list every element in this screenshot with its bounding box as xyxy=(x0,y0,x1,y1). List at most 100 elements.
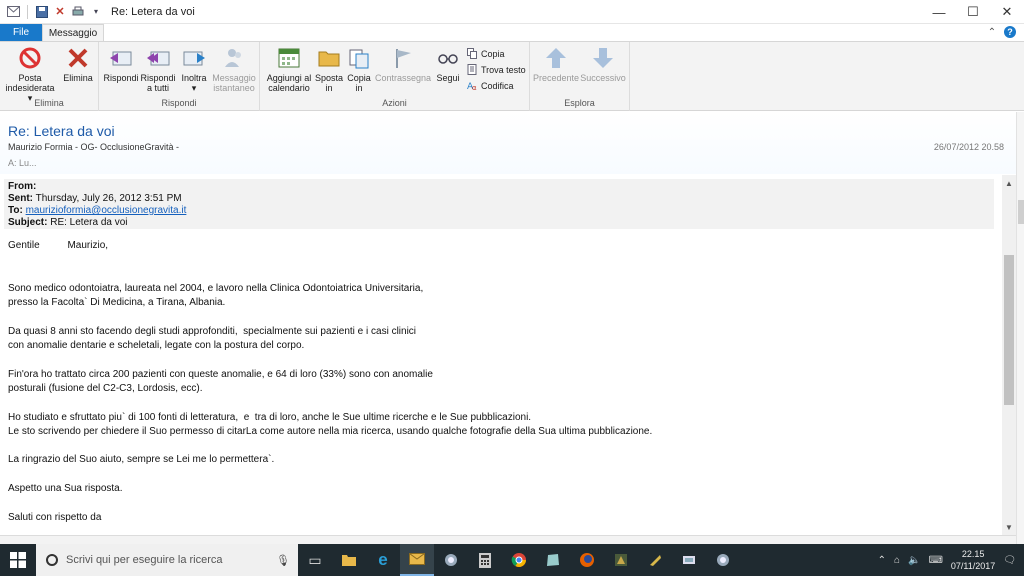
body-line: con anomalie dentarie e scheletali, lega… xyxy=(8,340,305,352)
copy-to-button[interactable]: Copia in xyxy=(344,46,374,93)
reply-button[interactable]: Rispondi xyxy=(102,46,140,83)
window-title: Re: Letera da voi xyxy=(111,5,195,18)
quoted-to-label: To: xyxy=(8,205,23,216)
window-controls: — ☐ ✕ xyxy=(922,0,1024,24)
tray-overflow-icon[interactable]: ⌃ xyxy=(878,555,886,566)
minimize-button[interactable]: — xyxy=(922,0,956,24)
reply-icon xyxy=(110,51,132,66)
qat-dropdown-icon[interactable]: ▾ xyxy=(89,5,103,19)
junk-mail-label-1: Posta xyxy=(18,73,42,83)
junk-mail-label-2-text: indesiderata xyxy=(5,83,55,93)
calculator-icon[interactable] xyxy=(468,544,502,576)
find-text-button[interactable]: Trova testo xyxy=(467,64,526,75)
quick-access-toolbar: ✕ ▾ xyxy=(0,4,103,19)
message-from[interactable]: Maurizio Formia - OG- OcclusioneGravità … xyxy=(8,142,179,152)
scroll-thumb[interactable] xyxy=(1004,255,1014,405)
forward-icon xyxy=(183,51,205,66)
next-label: Successivo xyxy=(580,73,626,83)
delete-button[interactable]: Elimina xyxy=(60,46,96,83)
file-explorer-icon[interactable] xyxy=(332,544,366,576)
junk-mail-button[interactable]: Posta indesiderata ▾ xyxy=(4,46,56,103)
start-button[interactable] xyxy=(0,544,36,576)
app-icon-1[interactable] xyxy=(434,544,468,576)
flag-button[interactable]: Contrassegna xyxy=(374,46,432,83)
previous-button[interactable]: Precedente xyxy=(533,46,579,83)
title-bar: ✕ ▾ Re: Letera da voi — ☐ ✕ xyxy=(0,0,1024,24)
help-icon[interactable]: ? xyxy=(1004,26,1016,38)
body-scrollbar[interactable]: ▲ ▼ xyxy=(1002,175,1016,535)
app-icon-3[interactable] xyxy=(604,544,638,576)
body-line: Aspetto una Sua risposta. xyxy=(8,483,123,495)
taskbar-search-box[interactable]: Scrivi qui per eseguire la ricerca 🎙 xyxy=(36,544,298,576)
body-line: Gentile Maurizio, xyxy=(8,240,109,251)
tab-file[interactable]: File xyxy=(0,24,42,41)
body-line xyxy=(8,525,652,535)
quoted-to-row: To: maurizioformia@occlusionegravita.it xyxy=(8,205,990,217)
copy-button[interactable]: Copia xyxy=(467,48,505,59)
notification-center-icon[interactable]: 🗨 xyxy=(1003,555,1016,566)
internet-explorer-icon[interactable]: e xyxy=(366,544,400,576)
copy-label: Copia xyxy=(481,48,505,59)
app-icon-2[interactable] xyxy=(536,544,570,576)
status-strip xyxy=(0,535,1016,544)
watch-button[interactable]: Segui xyxy=(432,46,464,83)
task-view-icon[interactable]: ▭ xyxy=(298,544,332,576)
instant-message-label-1: Messaggio xyxy=(212,73,256,83)
collapse-ribbon-icon[interactable]: ⌃ xyxy=(986,26,998,38)
copy-to-label-2: in xyxy=(355,83,363,93)
copy-folder-icon xyxy=(349,49,369,69)
save-icon[interactable] xyxy=(35,5,49,19)
delete-icon[interactable]: ✕ xyxy=(53,5,67,19)
windows-live-mail-icon[interactable] xyxy=(400,544,434,576)
window-scrollbar[interactable] xyxy=(1016,112,1024,544)
body-line: Fin'ora ho trattato circa 200 pazienti c… xyxy=(8,368,433,380)
flag-label: Contrassegna xyxy=(374,73,432,83)
clock-time: 22.15 xyxy=(961,549,985,559)
app-icon-4[interactable] xyxy=(638,544,672,576)
group-rispondi: Rispondi Rispondi a tutti Inoltra ▾ Mess… xyxy=(99,42,260,111)
to-value[interactable]: Lu... xyxy=(19,158,37,168)
encoding-button[interactable]: Aα Codifica xyxy=(467,80,514,92)
app-icon-5[interactable] xyxy=(672,544,706,576)
body-line: Ho studiato e sfruttato piu` di 100 font… xyxy=(8,411,532,423)
body-line xyxy=(8,496,652,510)
tab-message[interactable]: Messaggio xyxy=(42,24,104,41)
instant-message-button[interactable]: Messaggio istantaneo xyxy=(211,46,257,93)
scroll-up-icon[interactable]: ▲ xyxy=(1002,177,1016,189)
close-button[interactable]: ✕ xyxy=(990,0,1024,24)
body-line: posturali (fusione del C2-C3, Lordosis, … xyxy=(8,382,203,394)
body-line xyxy=(8,468,652,482)
chrome-icon[interactable] xyxy=(502,544,536,576)
window-scroll-thumb[interactable] xyxy=(1018,200,1024,224)
quoted-from-label: From: xyxy=(8,181,37,192)
body-line xyxy=(8,310,652,324)
junk-mail-icon xyxy=(19,47,41,69)
group-label-esplora: Esplora xyxy=(564,98,595,108)
quoted-to-email-link[interactable]: maurizioformia@occlusionegravita.it xyxy=(26,205,187,216)
network-icon[interactable]: ⌂ xyxy=(894,555,900,566)
taskbar-apps: ▭ e xyxy=(298,544,740,576)
maximize-button[interactable]: ☐ xyxy=(956,0,990,24)
body-line: Le sto scrivendo per chiedere il Suo per… xyxy=(8,425,653,437)
print-icon[interactable] xyxy=(71,5,85,19)
reply-all-button[interactable]: Rispondi a tutti xyxy=(139,46,177,93)
add-to-calendar-button[interactable]: Aggiungi al calendario xyxy=(263,46,315,93)
copy-to-label-1: Copia xyxy=(347,73,371,83)
body-line: La ringrazio del Suo aiuto, sempre se Le… xyxy=(8,454,275,466)
microphone-icon[interactable]: 🎙 xyxy=(276,554,290,567)
app-icon-6[interactable] xyxy=(706,544,740,576)
instant-message-icon xyxy=(225,49,241,67)
forward-button[interactable]: Inoltra ▾ xyxy=(176,46,212,93)
input-method-icon[interactable]: ⌨ xyxy=(928,555,942,566)
ribbon-tabs: File Messaggio ⌃ ? xyxy=(0,24,1024,41)
encoding-icon: Aα xyxy=(467,82,477,91)
message-body[interactable]: From: Sent: Thursday, July 26, 2012 3:51… xyxy=(0,175,1002,535)
next-button[interactable]: Successivo xyxy=(580,46,626,83)
taskbar-clock[interactable]: 22.15 07/11/2017 xyxy=(951,548,995,572)
firefox-icon[interactable] xyxy=(570,544,604,576)
volume-icon[interactable]: 🔈 xyxy=(908,555,920,566)
move-to-label-1: Sposta xyxy=(314,73,344,83)
scroll-down-icon[interactable]: ▼ xyxy=(1002,521,1016,533)
move-to-button[interactable]: Sposta in xyxy=(314,46,344,93)
body-line xyxy=(8,253,652,267)
